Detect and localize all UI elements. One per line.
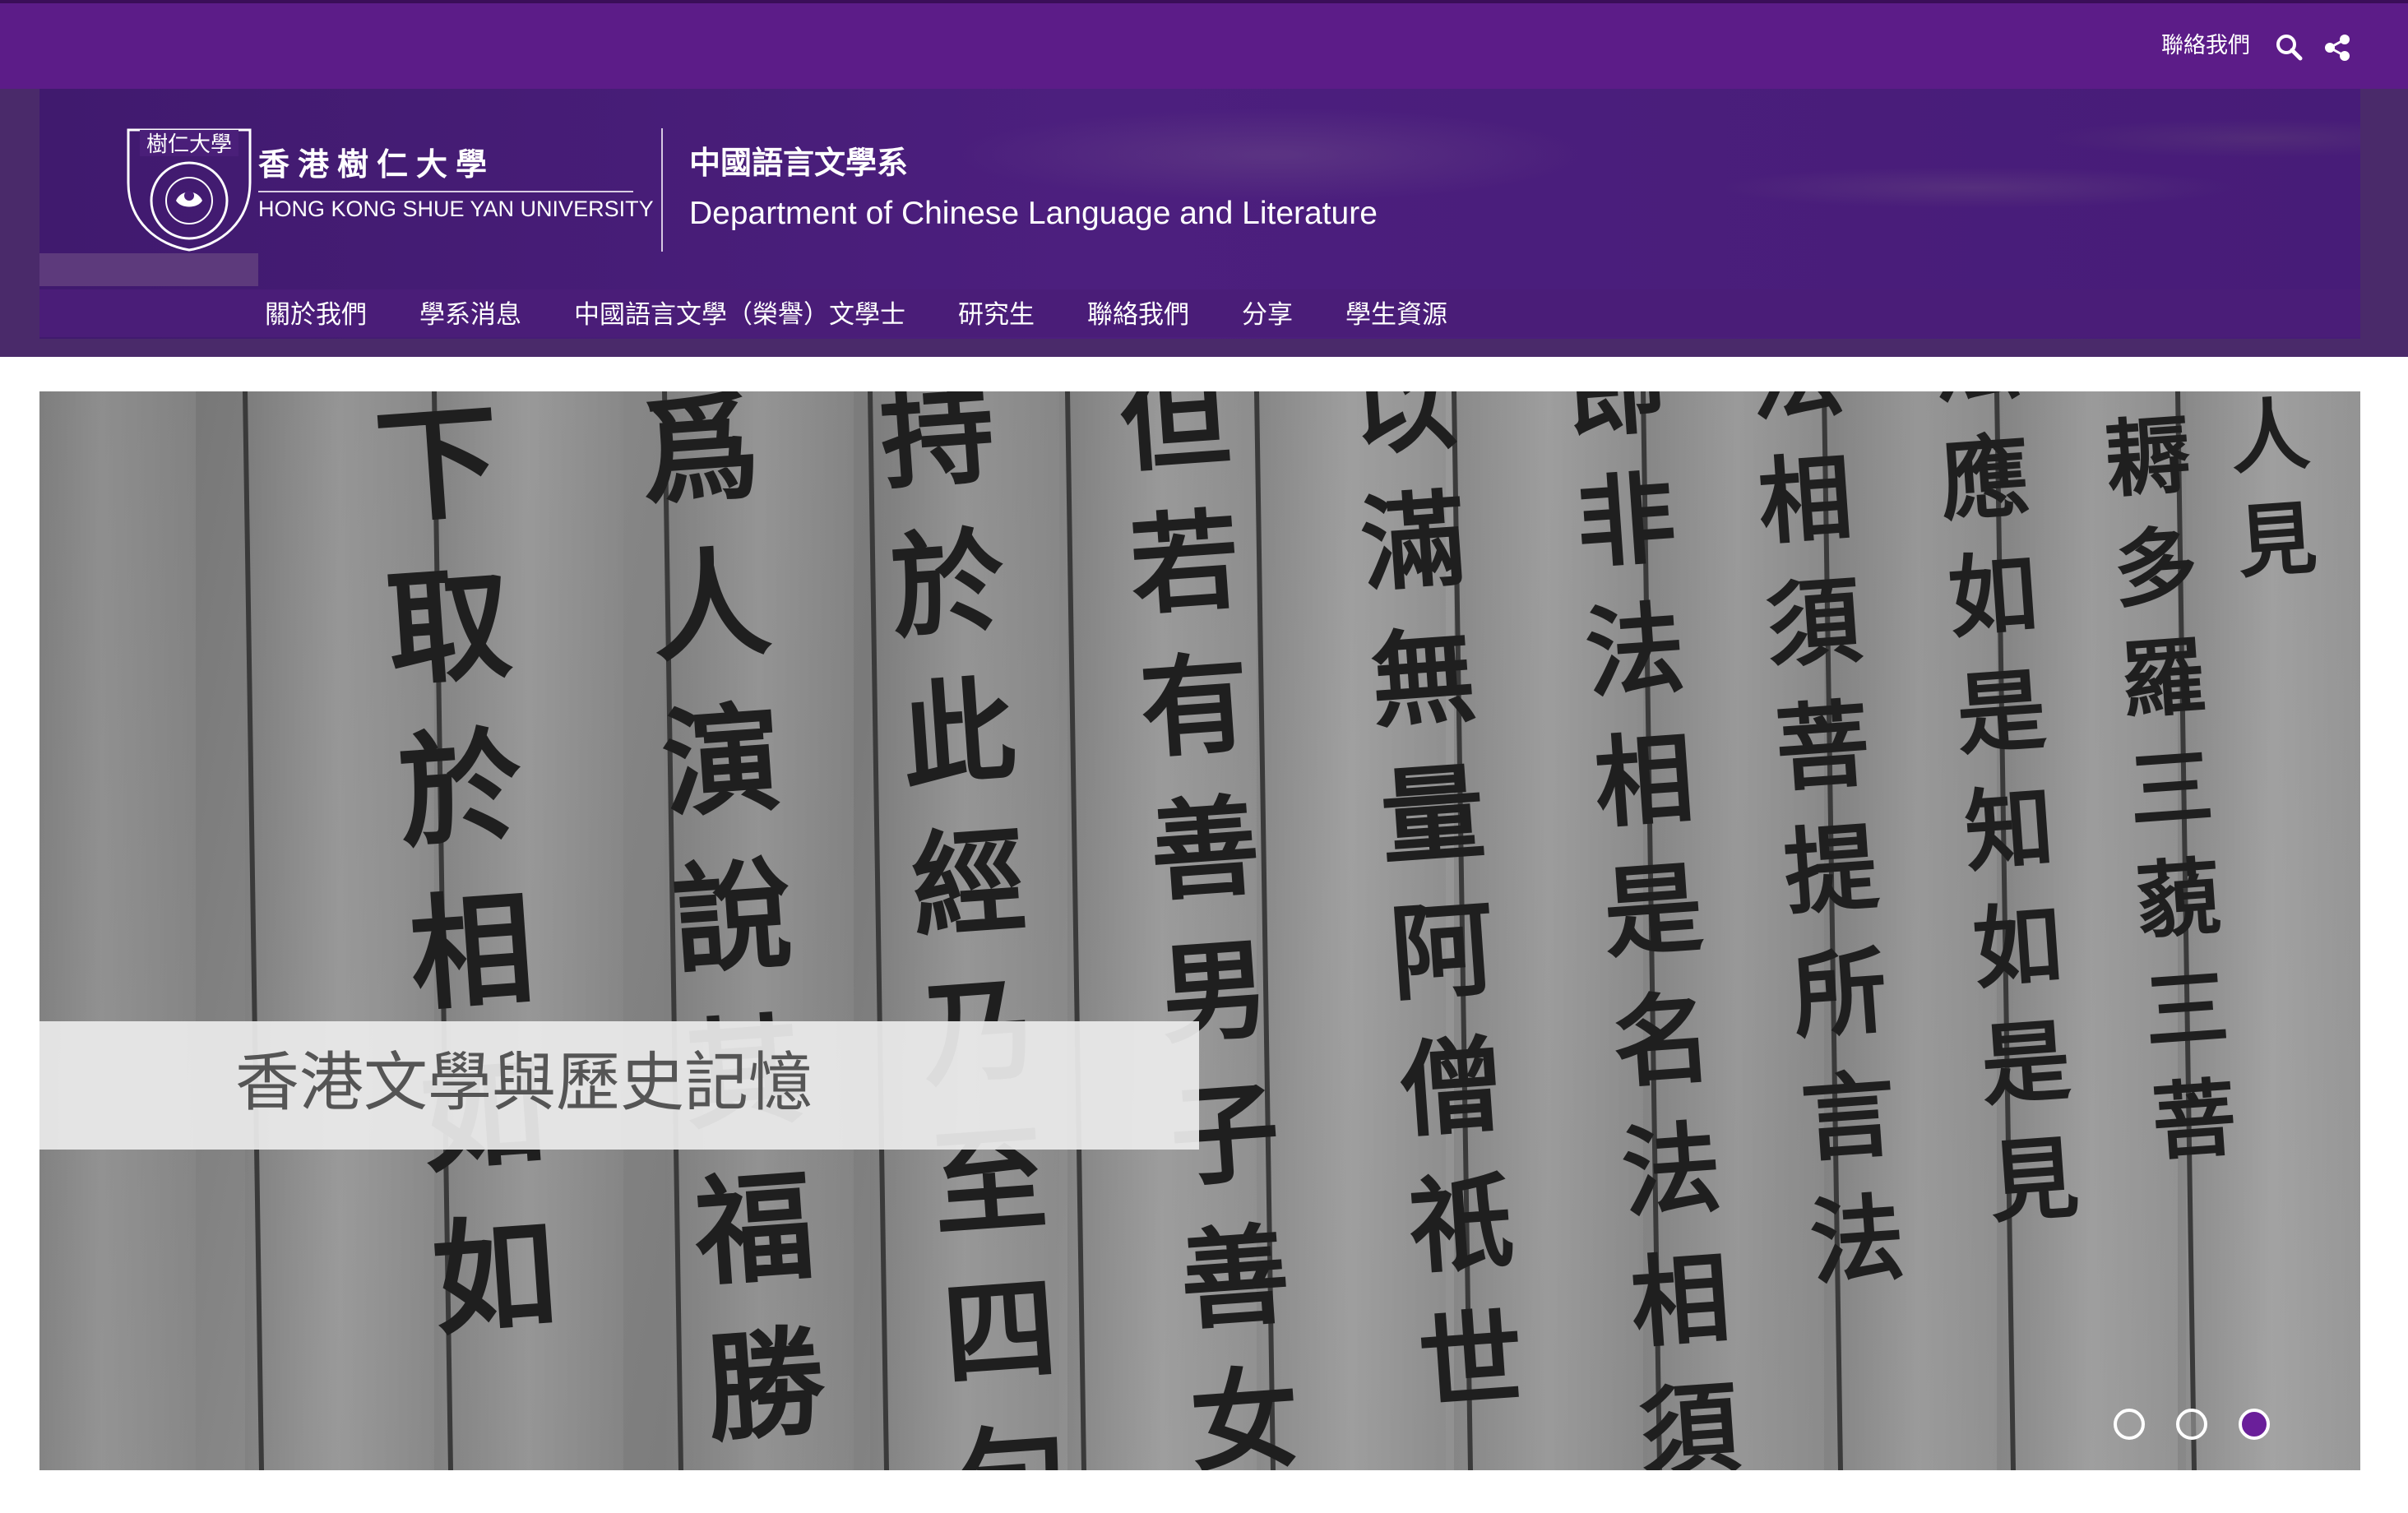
- carved-wood-tablets: 下取於相如如爲人演說其福勝持於此經乃至四句但若有善男子善女以滿無量阿僧祇世即非法…: [39, 391, 2360, 1470]
- nav-item-bachelor-program[interactable]: 中國語言文學（榮譽）文學士: [574, 289, 905, 337]
- carved-character: 藐: [2133, 849, 2224, 952]
- carved-character: 相: [405, 877, 539, 1029]
- carved-character: 祇: [1405, 1161, 1517, 1289]
- search-icon[interactable]: [2273, 31, 2306, 64]
- carved-character: 法: [1618, 1112, 1725, 1233]
- carved-character: 所: [1790, 936, 1891, 1052]
- contact-us-link[interactable]: 聯絡我們: [2161, 28, 2250, 64]
- carved-character: 相: [1591, 721, 1697, 842]
- carved-character: 量: [1377, 752, 1489, 879]
- carved-character: 取: [382, 553, 516, 704]
- carved-character: 勝: [702, 1312, 830, 1459]
- carved-character: 須: [1637, 1371, 1743, 1470]
- carved-character: 是: [1978, 1010, 2073, 1118]
- carved-character: 有: [1137, 641, 1253, 775]
- carved-character: 福: [690, 1157, 818, 1303]
- hero-carousel-image[interactable]: 下取於相如如爲人演說其福勝持於此經乃至四句但若有善男子善女以滿無量阿僧祇世即非法…: [39, 391, 2360, 1470]
- university-name-chinese: 香港樹仁大學: [258, 146, 496, 183]
- top-utility-bar: 聯絡我們: [0, 0, 2408, 89]
- carved-character: 應: [1937, 425, 2032, 534]
- carved-character: 此: [897, 664, 1020, 804]
- carved-character: 多: [2110, 517, 2201, 621]
- carved-character: 相: [1755, 442, 1856, 558]
- carved-character: 於: [394, 715, 527, 866]
- main-navigation: 關於我們 學系消息 中國語言文學（榮譽）文學士 研究生 聯絡我們 分享 學生資源: [39, 289, 2360, 337]
- carved-character: 下: [371, 391, 504, 541]
- carved-character: 善: [1176, 1212, 1293, 1346]
- carved-character: 如: [1945, 542, 2040, 650]
- carved-character: 但: [1116, 391, 1233, 488]
- carved-character: 演: [658, 689, 785, 835]
- carved-character: 見: [2234, 492, 2320, 589]
- nav-item-postgraduate[interactable]: 研究生: [958, 289, 1035, 337]
- carved-character: 人: [647, 533, 775, 679]
- carved-character: 菩: [1772, 689, 1873, 805]
- carved-character: 法: [1746, 391, 1847, 434]
- header-accent-block: [39, 253, 258, 286]
- carved-character: 非: [1572, 461, 1679, 582]
- carved-character: 三: [2126, 738, 2216, 841]
- carved-character: 四: [939, 1262, 1062, 1402]
- hero-caption-title: 香港文學與歷史記憶: [235, 1046, 813, 1120]
- carved-character: 滿: [1358, 479, 1470, 606]
- carved-character: 以: [1348, 391, 1460, 470]
- carousel-dot-3[interactable]: [2239, 1409, 2270, 1440]
- wood-plank: [245, 391, 434, 1470]
- carved-character: 羅: [2118, 627, 2208, 731]
- carved-character: 知: [1961, 776, 2057, 885]
- carved-character: 阿: [1387, 888, 1498, 1016]
- carved-character: 人: [2227, 391, 2313, 485]
- carved-character: 即: [1563, 391, 1669, 452]
- carved-character: 提: [1781, 812, 1882, 928]
- carved-character: 無: [1368, 615, 1480, 743]
- carved-character: 於: [887, 515, 1009, 655]
- carved-character: 如: [1970, 893, 2065, 1002]
- department-title-chinese[interactable]: 中國語言文學系: [689, 143, 908, 183]
- carved-character: 法: [1582, 591, 1688, 712]
- share-icon[interactable]: [2321, 31, 2354, 64]
- carved-character: 若: [1127, 497, 1243, 632]
- carved-character: 僧: [1396, 1025, 1507, 1152]
- carved-character: 名: [1609, 982, 1716, 1103]
- carved-character: 須: [1763, 566, 1865, 682]
- nav-item-student-resources[interactable]: 學生資源: [1345, 289, 1447, 337]
- nav-item-contact[interactable]: 聯絡我們: [1087, 289, 1189, 337]
- carved-character: 善: [1146, 783, 1263, 917]
- department-title-english[interactable]: Department of Chinese Language and Liter…: [689, 192, 1378, 235]
- university-name-english: HONG KONG SHUE YAN UNIVERSITY: [258, 197, 654, 221]
- university-crest-logo[interactable]: 樹仁大學: [123, 125, 255, 253]
- nav-item-share[interactable]: 分享: [1242, 289, 1293, 337]
- carved-character: 相: [1628, 1242, 1734, 1363]
- carved-character: 說: [669, 844, 796, 991]
- carved-character: 爲: [636, 391, 763, 523]
- carousel-dot-1[interactable]: [2114, 1409, 2145, 1440]
- carved-character: 是: [1953, 659, 2049, 768]
- carved-character: 句: [949, 1412, 1072, 1470]
- carved-character: 經: [907, 814, 1030, 954]
- carved-character: 持: [876, 391, 998, 506]
- carved-character: 三: [2142, 959, 2232, 1062]
- carved-character: 女: [1186, 1355, 1303, 1470]
- carved-character: 世: [1415, 1298, 1527, 1425]
- carved-character: 言: [1798, 1059, 1899, 1175]
- carved-character: 耨: [2103, 406, 2194, 510]
- carved-character: 菩: [2149, 1069, 2239, 1173]
- carousel-dot-2[interactable]: [2176, 1409, 2207, 1440]
- nav-item-news[interactable]: 學系消息: [419, 289, 521, 337]
- carved-character: 是: [1600, 852, 1706, 973]
- nav-item-about[interactable]: 關於我們: [265, 289, 367, 337]
- logo-divider-rule: [258, 191, 633, 192]
- carved-character: 法: [1807, 1182, 1908, 1298]
- wood-plank: [39, 391, 196, 1470]
- header-vertical-divider: [661, 128, 663, 252]
- carved-character: 見: [1986, 1127, 2082, 1235]
- logo-seal-text: 樹仁大學: [146, 132, 232, 157]
- carved-character: 如: [428, 1202, 562, 1353]
